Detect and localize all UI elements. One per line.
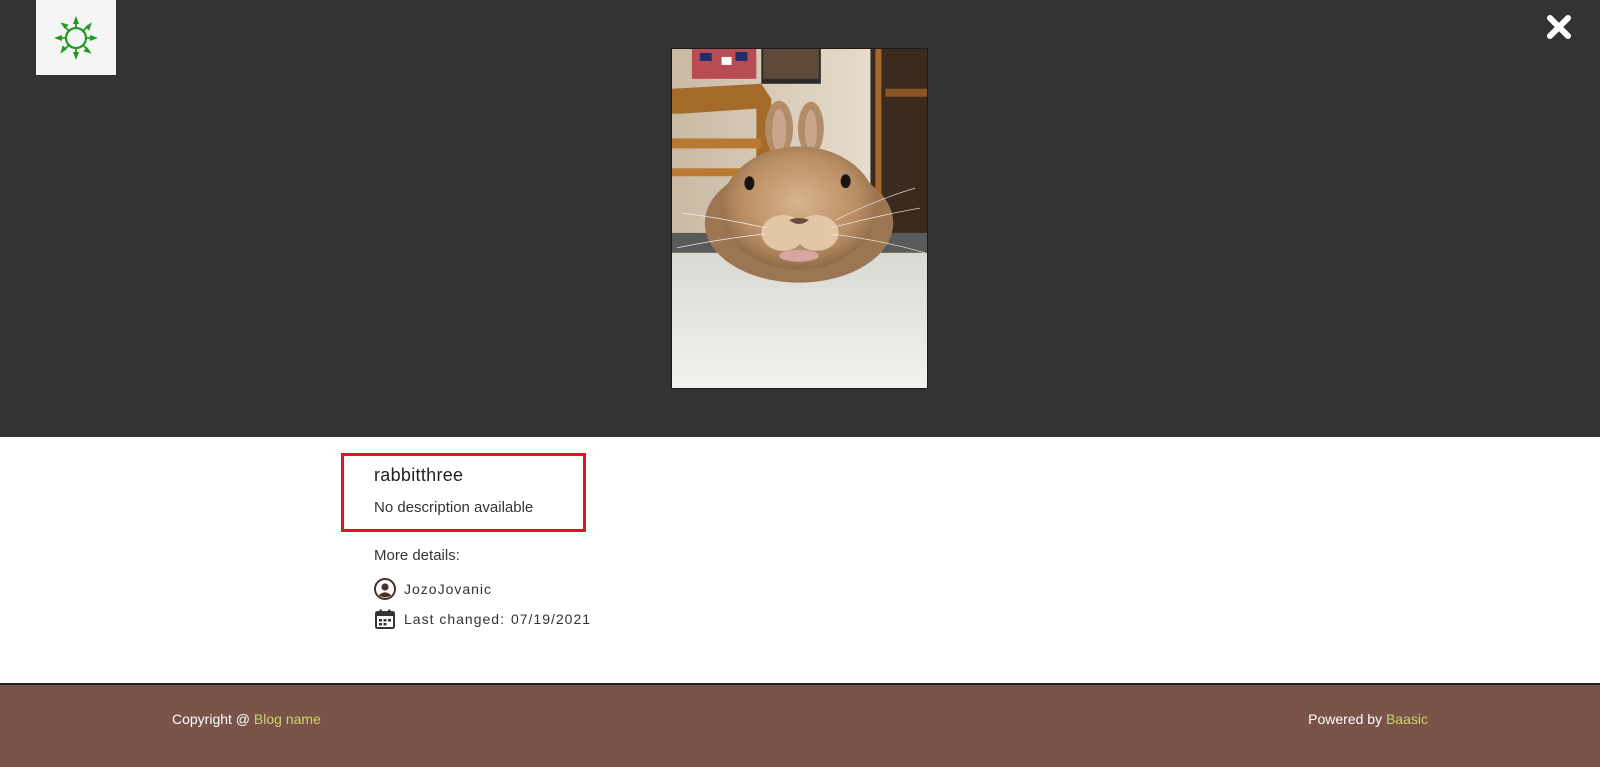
image-viewer: [0, 0, 1600, 437]
author-row: JozoJovanic: [374, 578, 492, 600]
blog-name-link[interactable]: Blog name: [254, 711, 321, 727]
sunburst-logo-icon: [54, 15, 98, 60]
close-button[interactable]: [1543, 11, 1575, 43]
copyright-prefix: Copyright @: [172, 711, 254, 727]
powered-by: Powered by Baasic: [1308, 711, 1428, 727]
date-label: Last changed:: [404, 611, 505, 627]
rabbit-photo[interactable]: [671, 48, 928, 389]
date-value: 07/19/2021: [510, 611, 592, 627]
powered-prefix: Powered by: [1308, 711, 1386, 727]
more-details-heading: More details:: [374, 547, 460, 564]
photo-description: No description available: [374, 499, 534, 516]
logo[interactable]: [36, 0, 116, 75]
calendar-icon: [374, 608, 396, 630]
author-name: JozoJovanic: [404, 581, 493, 597]
footer: Copyright @ Blog name Powered by Baasic: [0, 685, 1600, 767]
baasic-link[interactable]: Baasic: [1386, 711, 1428, 727]
rabbit-image: [672, 49, 927, 388]
close-x-icon: [1547, 15, 1571, 39]
user-circle-icon: [374, 578, 396, 600]
date-row: Last changed: 07/19/2021: [374, 608, 591, 630]
photo-title: rabbitthree: [374, 465, 464, 485]
copyright: Copyright @ Blog name: [172, 711, 321, 727]
photo-details: rabbitthree No description available Mor…: [0, 437, 1600, 683]
